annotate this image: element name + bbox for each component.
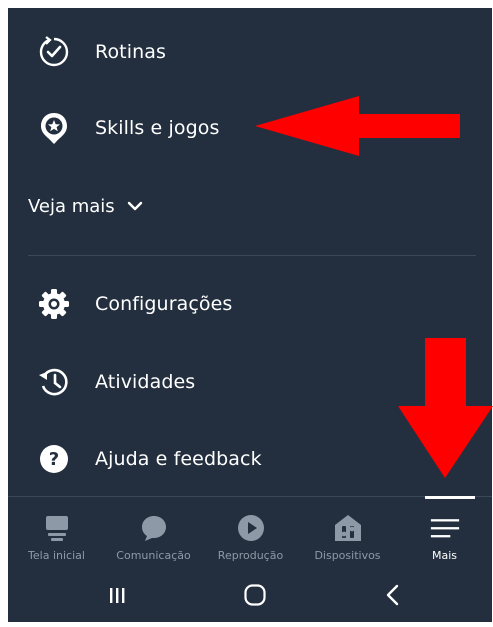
tab-label: Comunicação <box>116 549 191 562</box>
chat-bubble-icon <box>139 513 169 543</box>
active-tab-indicator <box>425 496 475 499</box>
history-icon <box>36 364 72 400</box>
menu-item-settings[interactable]: Configurações <box>8 274 492 334</box>
see-more-toggle[interactable]: Veja mais <box>28 191 143 221</box>
tab-label: Dispositivos <box>314 549 381 562</box>
menu-item-label: Ajuda e feedback <box>95 448 262 470</box>
menu-item-label: Configurações <box>95 293 233 315</box>
tab-more[interactable]: Mais <box>396 497 492 567</box>
skills-icon <box>36 110 72 146</box>
play-icon <box>236 513 266 543</box>
chevron-down-icon <box>127 198 143 214</box>
tab-playback[interactable]: Reprodução <box>202 497 299 567</box>
tab-label: Tela inicial <box>28 549 85 562</box>
gear-icon <box>36 286 72 322</box>
menu-item-routines[interactable]: Rotinas <box>8 22 492 82</box>
tab-label: Reprodução <box>217 549 284 562</box>
bottom-tab-bar: Tela inicial Comunicação Reprodução Disp… <box>8 496 492 566</box>
back-icon[interactable] <box>378 580 408 610</box>
menu-item-label: Skills e jogos <box>95 117 220 139</box>
section-divider <box>28 255 476 256</box>
annotation-arrow-left-icon <box>255 96 460 156</box>
menu-item-label: Rotinas <box>95 41 166 63</box>
svg-text:?: ? <box>49 449 59 470</box>
home-circle-icon[interactable] <box>240 580 270 610</box>
see-more-label: Veja mais <box>28 195 115 217</box>
tab-label: Mais <box>431 549 458 562</box>
help-icon: ? <box>36 441 72 477</box>
tab-home[interactable]: Tela inicial <box>8 497 105 567</box>
system-navigation-bar <box>8 566 492 622</box>
annotation-arrow-down-icon <box>398 338 493 478</box>
home-icon <box>42 513 72 543</box>
menu-item-label: Atividades <box>95 371 196 393</box>
routines-icon <box>36 34 72 70</box>
devices-icon <box>333 513 363 543</box>
tab-devices[interactable]: Dispositivos <box>299 497 396 567</box>
recents-icon[interactable] <box>102 580 132 610</box>
tab-communication[interactable]: Comunicação <box>105 497 202 567</box>
menu-icon <box>430 513 460 543</box>
